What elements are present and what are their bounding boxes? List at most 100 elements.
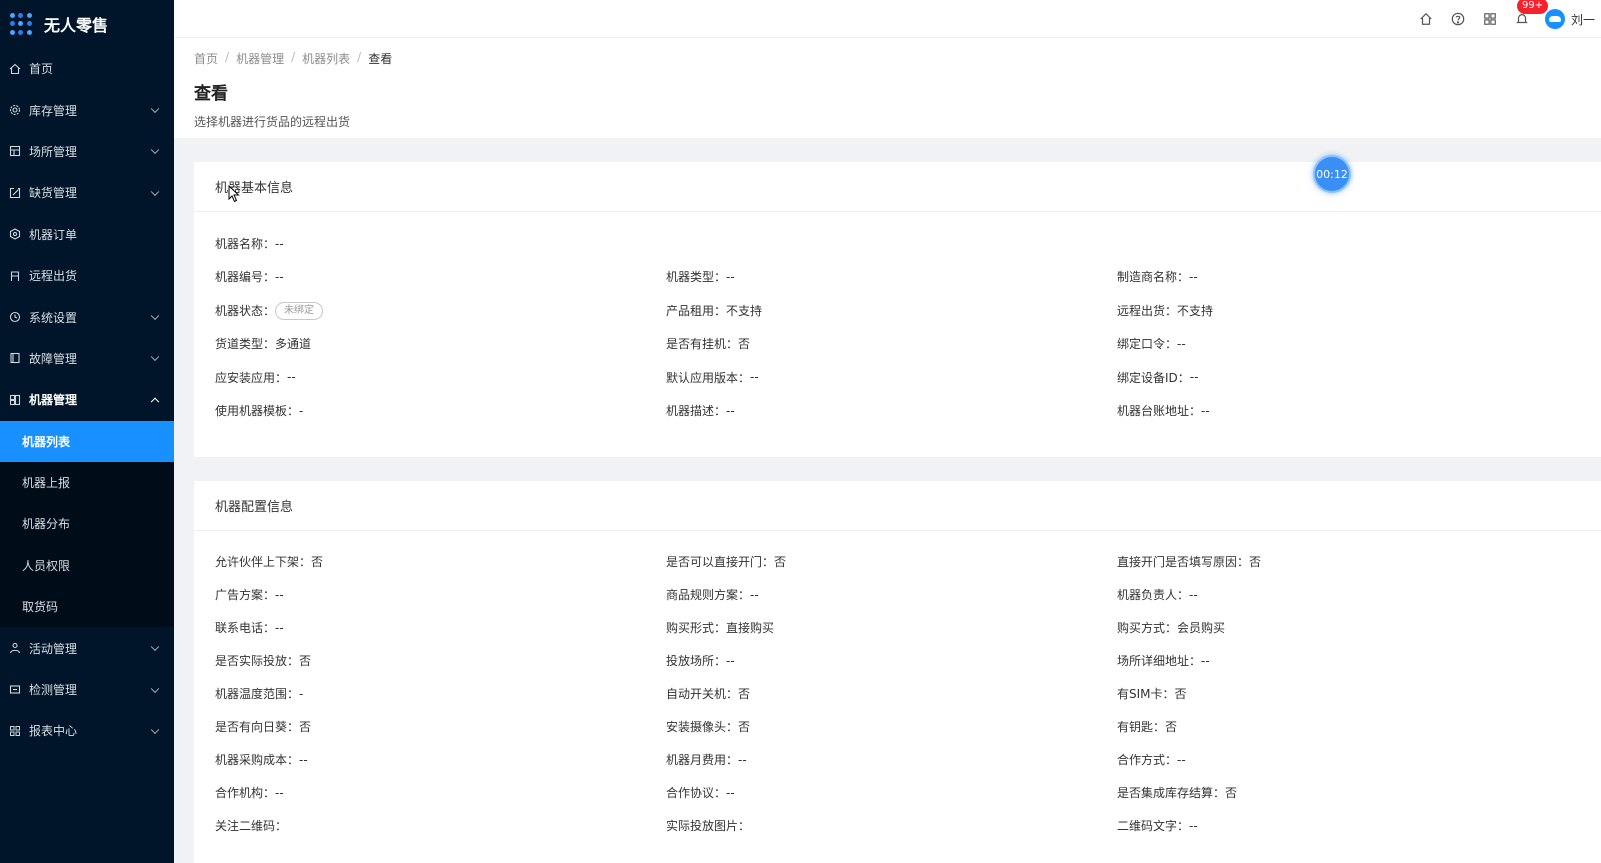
sidebar-item-7[interactable]: 故障管理	[0, 338, 174, 379]
field-row: 绑定口令： --	[1117, 335, 1186, 352]
field-row: 机器采购成本： --	[215, 751, 308, 768]
basic-info-card: 机器基本信息 机器名称： -- 机器编号： -- 机器类型： -- 制造商名称： -- 机器状态…	[194, 162, 1601, 457]
book-icon	[9, 352, 21, 364]
chevron-down-icon	[150, 642, 160, 652]
machine-icon	[9, 394, 21, 406]
field-value: 否	[311, 555, 324, 569]
field-label: 是否有挂机：	[666, 337, 739, 352]
submenu-item-3[interactable]: 人员权限	[0, 545, 174, 586]
config-info-card: 机器配置信息 允许伙伴上下架：否是否可以直接开门：否直接开门是否填写原因：否广告…	[194, 481, 1601, 863]
sidebar-item-label: 机器管理	[29, 393, 78, 408]
help-icon[interactable]	[1449, 10, 1467, 28]
recording-timer[interactable]: 00:12	[1313, 155, 1351, 193]
monitor-icon	[9, 684, 21, 696]
field-label: 实际投放图片：	[666, 819, 751, 833]
field-value: 否	[738, 687, 751, 701]
sidebar-item-label: 系统设置	[29, 310, 78, 325]
apps-grid-icon	[10, 13, 32, 35]
field-row: 商品规则方案： --	[666, 586, 759, 603]
field-label: 机器类型：	[666, 270, 727, 285]
field-row: 默认应用版本： --	[666, 369, 759, 386]
field-label: 关注二维码：	[215, 819, 288, 833]
sidebar-item-6[interactable]: 系统设置	[0, 296, 174, 337]
apps-icon[interactable]	[1481, 10, 1499, 28]
field-row: 直接开门是否填写原因：否	[1117, 553, 1261, 570]
app-logo[interactable]: 无人零售	[0, 0, 174, 48]
field-value: --	[1189, 269, 1198, 284]
field-value: --	[1189, 587, 1198, 602]
field-value: --	[1201, 653, 1210, 668]
field-value: --	[1201, 403, 1210, 418]
field-value: --	[1177, 752, 1186, 767]
sidebar-item-label: 库存管理	[29, 103, 78, 118]
field-value: --	[726, 269, 735, 284]
field-row: 是否有向日葵：否	[215, 718, 311, 735]
sidebar-item-5[interactable]: 远程出货	[0, 255, 174, 296]
bell-icon[interactable]: 99+	[1513, 0, 1549, 28]
field-row: 购买形式： 直接购买	[666, 619, 774, 636]
settings-icon	[9, 228, 21, 240]
home-icon[interactable]	[1417, 10, 1435, 28]
sidebar-item-label: 检测管理	[29, 683, 78, 698]
sidebar-item-10[interactable]: 检测管理	[0, 669, 174, 710]
field-value: 否	[1165, 720, 1178, 734]
field-label: 机器采购成本：	[215, 753, 300, 767]
username[interactable]: 刘一	[1571, 11, 1595, 28]
submenu-item-0[interactable]: 机器列表	[0, 420, 174, 462]
field-value: --	[726, 403, 735, 418]
sidebar-item-1[interactable]: 库存管理	[0, 89, 174, 130]
field-label: 是否实际投放：	[215, 654, 300, 668]
field-value: --	[275, 236, 284, 251]
field-value: --	[750, 370, 759, 385]
sidebar-item-8[interactable]: 机器管理	[0, 379, 174, 420]
field-value: 否	[774, 555, 787, 569]
chevron-up-icon	[150, 397, 160, 406]
field-value: 否	[1174, 687, 1187, 701]
box-icon	[9, 270, 21, 282]
sidebar-item-9[interactable]: 活动管理	[0, 627, 174, 668]
submenu-item-1[interactable]: 机器上报	[0, 462, 174, 503]
basic-info-title: 机器基本信息	[194, 162, 1601, 212]
field-label: 广告方案：	[215, 588, 276, 602]
sidebar-item-3[interactable]: 缺货管理	[0, 172, 174, 213]
breadcrumb-item-machine-list[interactable]: 机器列表	[302, 50, 350, 67]
field-value: --	[299, 752, 308, 767]
sidebar-item-label: 场所管理	[29, 144, 78, 159]
sidebar-item-4[interactable]: 机器订单	[0, 214, 174, 255]
sidebar-item-11[interactable]: 报表中心	[0, 710, 174, 751]
field-value: --	[726, 653, 735, 668]
chevron-down-icon	[150, 684, 160, 693]
chevron-down-icon	[150, 311, 160, 321]
field-label: 是否可以直接开门：	[666, 555, 775, 569]
field-label: 联系电话：	[215, 621, 276, 635]
field-label: 合作方式：	[1117, 753, 1178, 767]
breadcrumb-item-current: 查看	[368, 52, 393, 66]
submenu-item-2[interactable]: 机器分布	[0, 503, 174, 544]
field-row: 安装摄像头：否	[666, 718, 750, 735]
field-label: 机器编号：	[215, 270, 276, 285]
config-info-title: 机器配置信息	[194, 481, 1601, 531]
submenu-item-4[interactable]: 取货码	[0, 586, 174, 627]
page-description: 选择机器进行货品的远程出货	[194, 115, 351, 129]
sidebar-item-label: 缺货管理	[29, 186, 78, 201]
field-value: --	[275, 785, 284, 800]
sidebar-item-0[interactable]: 首页	[0, 48, 174, 89]
field-label: 有钥匙：	[1117, 720, 1166, 734]
sidebar-item-label: 故障管理	[29, 351, 78, 366]
avatar[interactable]	[1544, 9, 1565, 29]
page-header: 首页 / 机器管理 / 机器列表 / 查看 查看 选择机器进行货品的远程出货	[174, 38, 1601, 138]
field-row: 机器描述： --	[666, 402, 735, 419]
field-value: --	[726, 785, 735, 800]
notification-badge: 99+	[1516, 0, 1549, 14]
field-value: --	[275, 620, 284, 635]
field-label: 远程出货：	[1117, 303, 1178, 318]
field-row: 允许伙伴上下架：否	[215, 553, 323, 570]
breadcrumb-item-home[interactable]: 首页	[194, 50, 218, 67]
field-label: 机器温度范围：	[215, 687, 300, 701]
sidebar-menu-bottom: 活动管理检测管理报表中心	[0, 627, 174, 751]
field-label: 有SIM卡：	[1117, 687, 1175, 701]
building-icon	[9, 145, 21, 157]
breadcrumb-item-machine-management[interactable]: 机器管理	[236, 50, 284, 67]
field-row: 机器月费用： --	[666, 751, 747, 768]
sidebar-item-2[interactable]: 场所管理	[0, 131, 174, 172]
